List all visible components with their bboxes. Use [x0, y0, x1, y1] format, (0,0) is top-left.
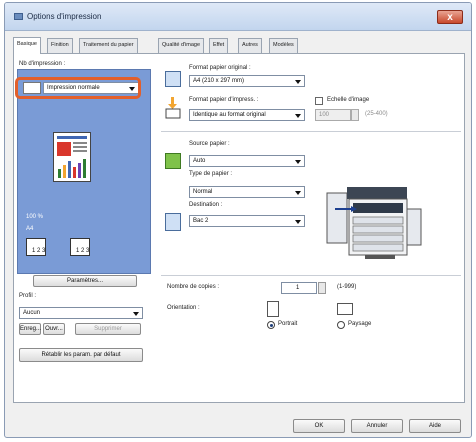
chevron-down-icon	[133, 312, 139, 316]
image-scale-range: (25-400)	[365, 111, 388, 117]
cancel-button[interactable]: Annuler	[351, 419, 403, 433]
tab-modeles[interactable]: Modèles	[269, 38, 298, 53]
landscape-icon	[337, 303, 353, 315]
preview-panel: 100 % A4 1 2 3 1 2 3	[17, 69, 151, 274]
document-preview-icon	[57, 136, 87, 178]
divider	[161, 131, 461, 132]
divider	[161, 275, 461, 276]
tab-effet[interactable]: Effet	[209, 38, 229, 53]
landscape-label: Paysage	[348, 321, 372, 327]
close-button[interactable]: x	[437, 10, 463, 24]
source-select[interactable]: Auto	[189, 155, 305, 167]
tab-qualite-image[interactable]: Qualité d'image	[158, 38, 205, 53]
original-format-value: A4 (210 x 297 mm)	[193, 78, 245, 84]
image-scale-input[interactable]: 100	[315, 109, 351, 121]
page-indicator-a: 1 2 3	[32, 248, 46, 254]
tab-finition[interactable]: Finition	[47, 38, 73, 53]
print-paper-icon	[165, 97, 181, 119]
printer-illustration	[317, 179, 427, 267]
paper-code: A4	[26, 226, 34, 232]
delete-profile-button[interactable]: Supprimer	[75, 323, 141, 335]
profile-value: Aucun	[23, 310, 41, 316]
destination-select[interactable]: Bac 2	[189, 215, 305, 227]
chevron-down-icon	[295, 191, 301, 195]
highlight-annotation	[15, 77, 141, 99]
print-options-dialog: Options d'impression x Basique Finition …	[4, 2, 472, 438]
chevron-down-icon	[295, 160, 301, 164]
scale-spinner[interactable]	[351, 109, 359, 121]
chevron-down-icon	[295, 80, 301, 84]
zoom-level: 100 %	[26, 214, 44, 220]
title-bar: Options d'impression x	[5, 3, 471, 31]
paper-type-select[interactable]: Normal	[189, 186, 305, 198]
destination-value: Bac 2	[193, 218, 209, 224]
copies-range: (1-999)	[337, 284, 357, 290]
restore-defaults-button[interactable]: Rétablir les param. par défaut	[19, 348, 143, 362]
print-format-select[interactable]: Identique au format original	[189, 109, 305, 121]
profile-select[interactable]: Aucun	[19, 307, 143, 319]
portrait-icon	[267, 301, 279, 317]
original-paper-icon	[165, 71, 181, 87]
copies-spinner[interactable]	[318, 282, 326, 294]
chevron-down-icon	[295, 114, 301, 118]
printer-app-icon	[14, 13, 23, 20]
tab-basique[interactable]: Basique	[13, 37, 41, 54]
paper-tray-icon	[165, 153, 181, 169]
portrait-radio[interactable]	[267, 321, 275, 329]
paper-type-label: Type de papier :	[189, 171, 233, 177]
document-preview	[53, 132, 91, 182]
window-title: Options d'impression	[27, 12, 102, 21]
tab-autres[interactable]: Autres	[238, 38, 262, 53]
help-button[interactable]: Aide	[409, 419, 461, 433]
arrow-down-paper-icon	[165, 97, 181, 119]
source-value: Auto	[193, 158, 206, 164]
radio-selected-dot	[269, 323, 273, 327]
paper-type-value: Normal	[193, 189, 213, 195]
chevron-down-icon	[295, 220, 301, 224]
profile-label: Profil :	[19, 293, 37, 299]
copies-label: Nombre de copies :	[167, 284, 220, 290]
landscape-radio[interactable]	[337, 321, 345, 329]
printer-icon	[326, 187, 422, 259]
copies-input[interactable]: 1	[281, 282, 317, 294]
output-tray-icon	[165, 213, 181, 231]
page-indicator-b: 1 2 3	[76, 248, 90, 254]
original-format-label: Format papier original :	[189, 65, 251, 71]
source-label: Source papier :	[189, 141, 230, 147]
orientation-label: Orientation :	[167, 305, 200, 311]
ok-button[interactable]: OK	[293, 419, 345, 433]
print-count-label: Nb d'impression :	[19, 61, 66, 67]
image-scale-checkbox[interactable]	[315, 97, 323, 105]
settings-button[interactable]: Paramètres...	[33, 275, 137, 287]
destination-label: Destination :	[189, 202, 223, 208]
print-format-label: Format papier d'impress. :	[189, 97, 259, 103]
print-format-value: Identique au format original	[193, 112, 266, 118]
tab-traitement-papier[interactable]: Traitement du papier	[79, 38, 138, 53]
original-format-select[interactable]: A4 (210 x 297 mm)	[189, 75, 305, 87]
open-profile-button[interactable]: Ouvr...	[43, 323, 65, 335]
image-scale-label: Echelle d'image	[327, 97, 370, 103]
portrait-label: Portrait	[278, 321, 298, 327]
save-profile-button[interactable]: Enreg...	[19, 323, 41, 335]
